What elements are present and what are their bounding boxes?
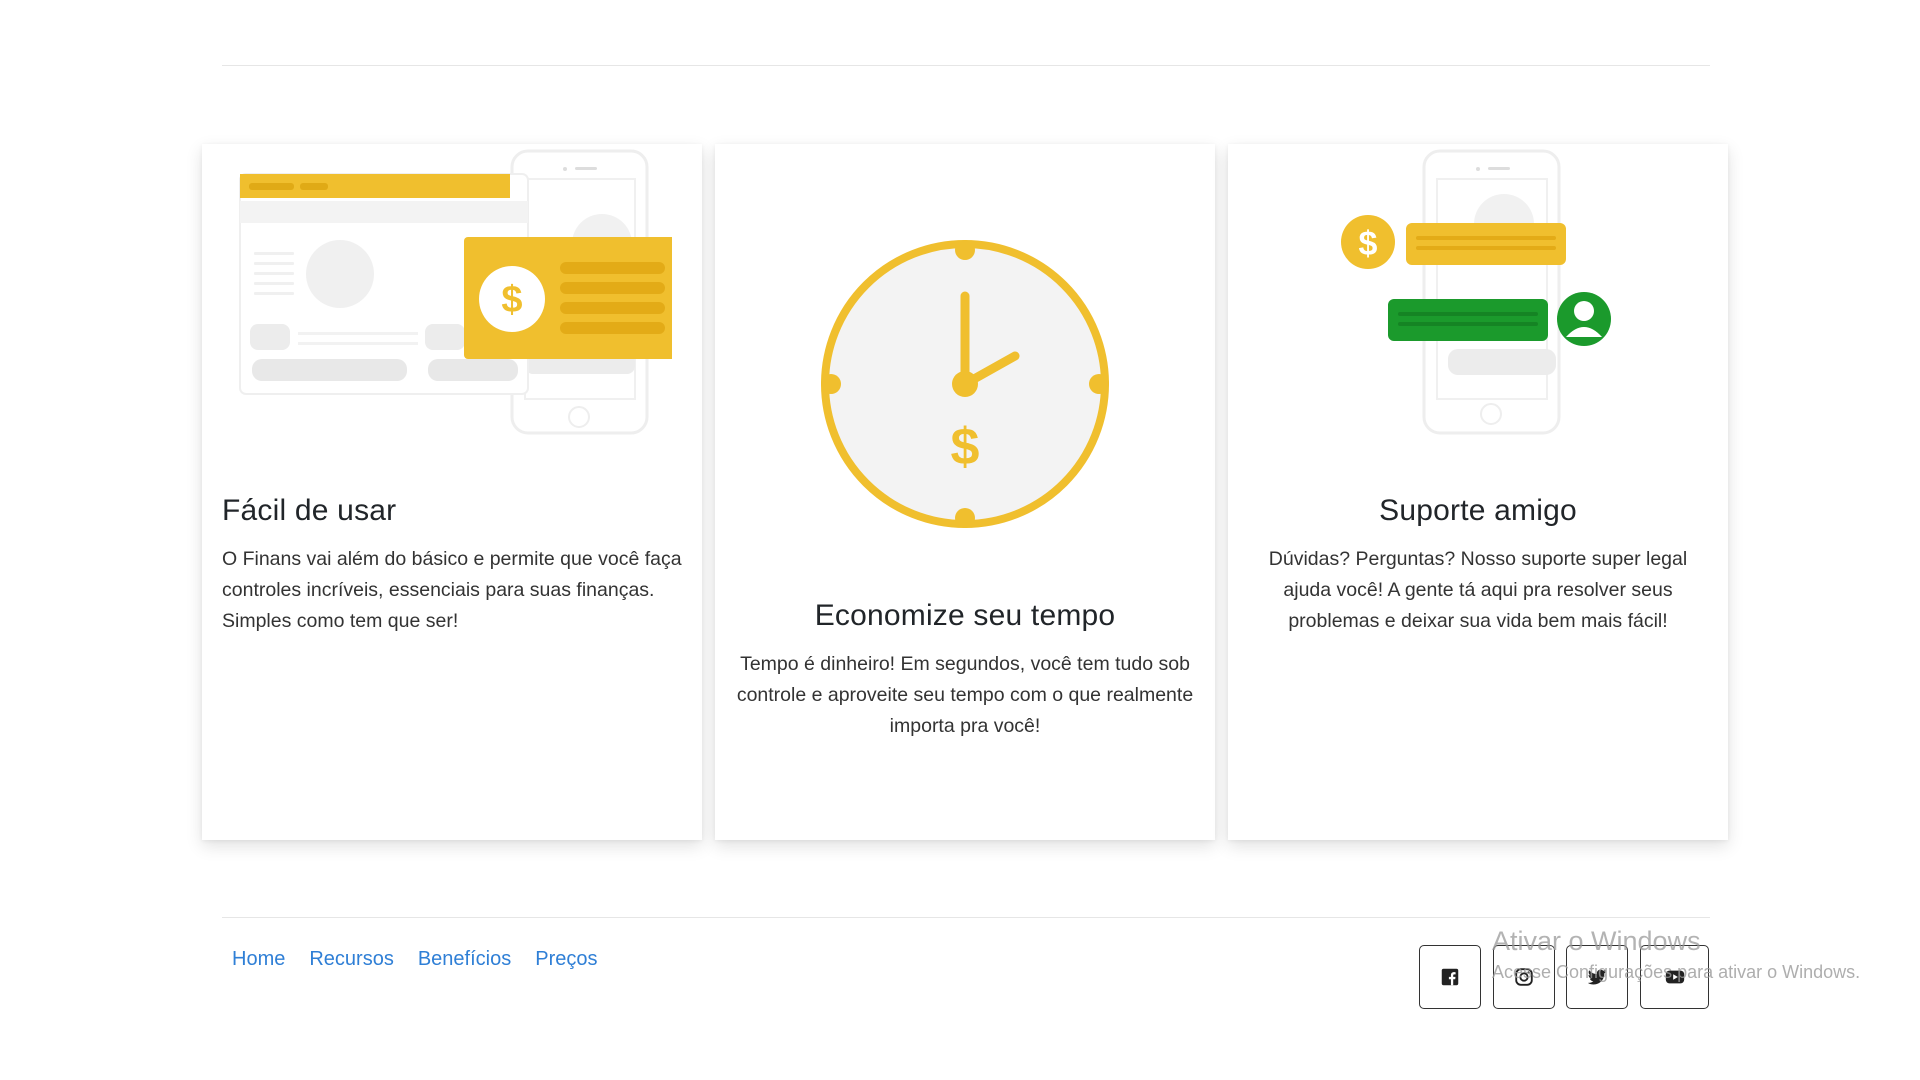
twitter-icon [1587,969,1607,985]
footer-link-precos[interactable]: Preços [523,948,609,971]
instagram-icon [1515,968,1533,986]
svg-text:$: $ [501,279,522,321]
instagram-button[interactable] [1493,945,1555,1009]
card-title: Fácil de usar [222,494,397,527]
card-title: Suporte amigo [1379,494,1577,527]
card-description: Dúvidas? Perguntas? Nosso suporte super … [1268,548,1688,632]
features-section: $ Fácil de usar O Finans vai além do bás… [202,144,1728,840]
top-divider [222,65,1710,66]
footer-nav: Home Recursos Benefícios Preços [222,948,609,971]
facebook-button[interactable] [1419,945,1481,1009]
card-description: O Finans vai além do básico e permite qu… [222,548,682,632]
dashboard-phone-payment-illustration: $ [239,149,672,435]
twitter-button[interactable] [1566,945,1628,1009]
card-title: Economize seu tempo [814,599,1116,632]
chat-support-illustration: $ [1341,149,1611,435]
card-description: Tempo é dinheiro! Em segundos, você tem … [736,653,1194,737]
footer-divider [222,917,1710,918]
feature-card-time: $ Economize seu tempo Tempo é dinheiro! … [715,144,1215,840]
clock-dollar-illustration: $ [821,240,1109,528]
feature-card-easy: $ Fácil de usar O Finans vai além do bás… [202,144,702,840]
youtube-icon [1665,970,1684,984]
svg-text:$: $ [951,418,980,476]
facebook-icon [1441,968,1459,986]
youtube-button[interactable] [1640,945,1709,1009]
footer-link-home[interactable]: Home [222,948,297,971]
footer-link-beneficios[interactable]: Benefícios [406,948,523,971]
footer-link-recursos[interactable]: Recursos [297,948,405,971]
feature-card-support: $ Suporte amigo Dúvidas? Perguntas? Noss… [1228,144,1728,840]
svg-text:$: $ [1359,225,1378,263]
